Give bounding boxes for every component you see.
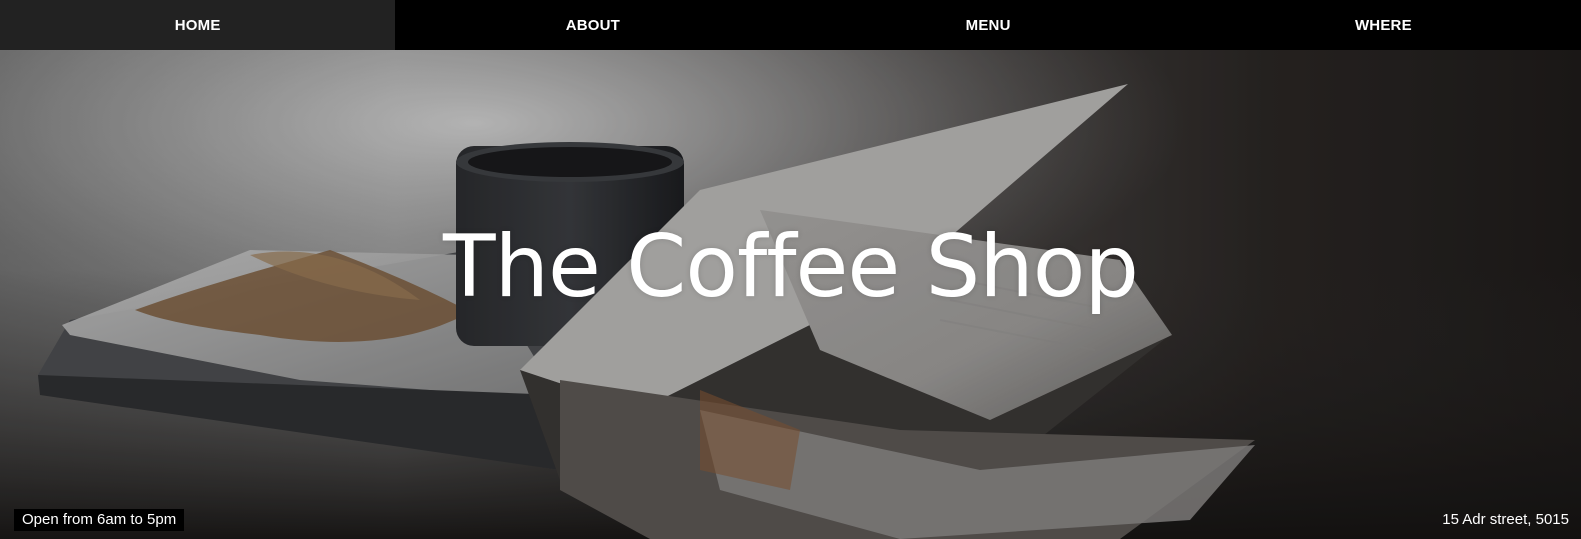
- hero-title: The Coffee Shop: [443, 217, 1139, 317]
- hero-section: The Coffee Shop Open from 6am to 5pm 15 …: [0, 50, 1581, 539]
- page: HOME ABOUT MENU WHERE The Coffee Shop Op…: [0, 0, 1581, 539]
- top-navigation-bar: HOME ABOUT MENU WHERE: [0, 0, 1581, 50]
- opening-hours-label: Open from 6am to 5pm: [14, 509, 185, 531]
- nav-link-about[interactable]: ABOUT: [395, 0, 790, 50]
- nav-link-menu[interactable]: MENU: [791, 0, 1186, 50]
- nav-link-home[interactable]: HOME: [0, 0, 396, 50]
- address-label: 15 Adr street, 5015: [1442, 511, 1569, 528]
- nav-link-where[interactable]: WHERE: [1186, 0, 1581, 50]
